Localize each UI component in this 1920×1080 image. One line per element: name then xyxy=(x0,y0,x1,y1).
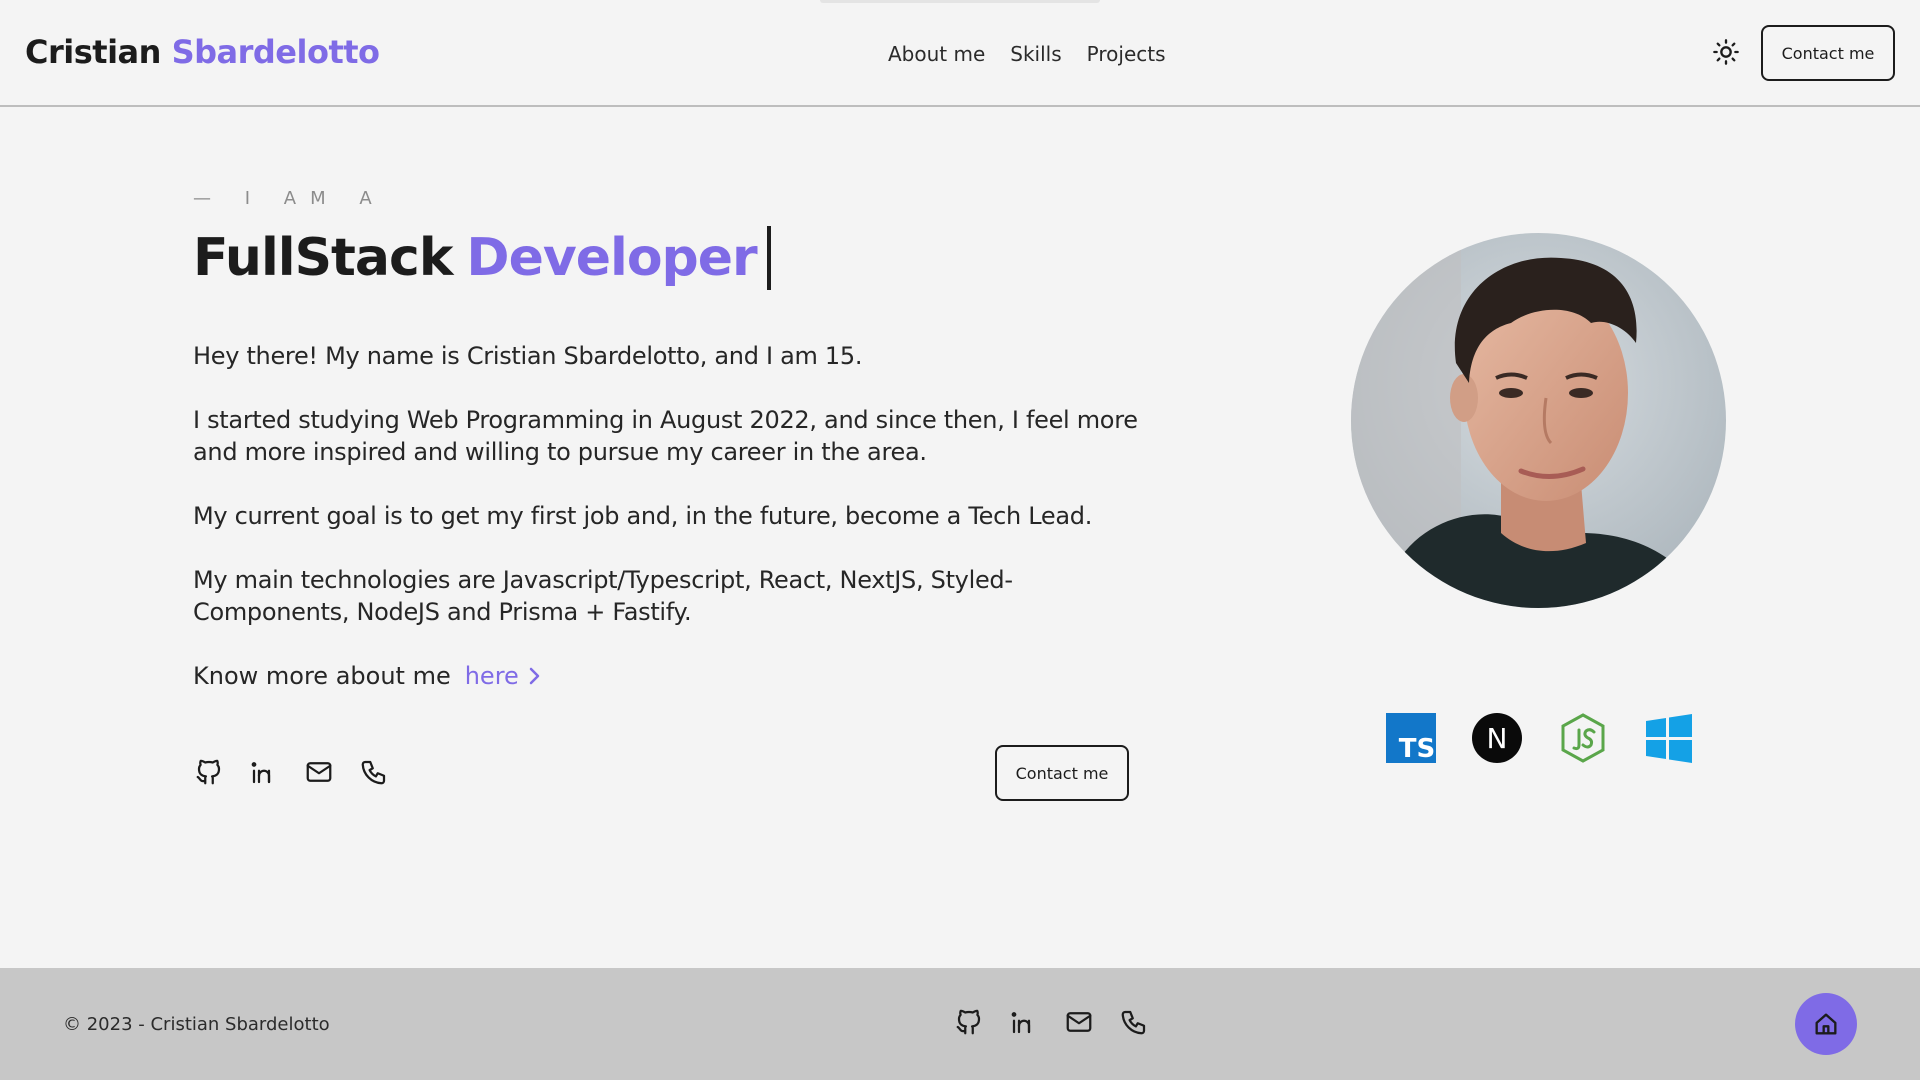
github-icon[interactable] xyxy=(193,756,225,788)
bio-paragraph: Hey there! My name is Cristian Sbardelot… xyxy=(193,342,863,370)
know-more: Know more about me here xyxy=(193,662,541,690)
nav-item-about[interactable]: About me xyxy=(888,42,985,66)
hero-title-main: FullStack xyxy=(193,228,453,288)
linkedin-icon[interactable] xyxy=(248,756,280,788)
header-indicator xyxy=(820,0,1100,3)
nextjs-icon-text: N xyxy=(1487,722,1508,755)
bio-paragraph: My main technologies are Javascript/Type… xyxy=(193,566,1013,626)
nextjs-icon: N xyxy=(1471,712,1523,764)
typescript-icon: TS xyxy=(1385,712,1437,764)
profile-photo xyxy=(1351,233,1726,608)
bio-paragraph: I started studying Web Programming in Au… xyxy=(193,406,1138,466)
home-icon xyxy=(1815,1013,1837,1035)
brand-first-name: Cristian xyxy=(25,33,161,71)
know-more-link-label: here xyxy=(464,662,519,690)
copyright-text: © 2023 - Cristian Sbardelotto xyxy=(63,1014,330,1035)
main-nav: About me Skills Projects xyxy=(888,42,1166,66)
bio-paragraph: My current goal is to get my first job a… xyxy=(193,502,1093,530)
phone-icon[interactable] xyxy=(358,756,390,788)
linkedin-icon[interactable] xyxy=(1008,1006,1040,1038)
nav-item-skills[interactable]: Skills xyxy=(1010,42,1061,66)
scroll-home-button[interactable] xyxy=(1795,993,1857,1055)
typescript-icon-text: TS xyxy=(1399,734,1435,763)
typing-caret xyxy=(766,226,771,290)
windows-icon xyxy=(1643,712,1695,764)
hero-title: FullStack Developer xyxy=(193,226,771,290)
nodejs-icon xyxy=(1557,712,1609,764)
hero-eyebrow: — I AM A xyxy=(193,188,386,209)
tech-stack-icons: TS N xyxy=(1385,712,1695,764)
footer-social-links xyxy=(953,1006,1150,1038)
nav-item-projects[interactable]: Projects xyxy=(1087,42,1166,66)
sun-icon xyxy=(1713,39,1739,65)
header-contact-button[interactable]: Contact me xyxy=(1761,25,1895,81)
brand-last-name: Sbardelotto xyxy=(171,33,380,71)
chevron-right-icon xyxy=(529,667,540,685)
hero-social-links xyxy=(193,756,390,788)
mail-icon[interactable] xyxy=(1063,1006,1095,1038)
site-header: Cristian Sbardelotto About me Skills Pro… xyxy=(0,0,1920,107)
theme-toggle-button[interactable] xyxy=(1711,37,1741,67)
hero-title-accent: Developer xyxy=(466,228,757,288)
bio-section: Hey there! My name is Cristian Sbardelot… xyxy=(193,340,1153,660)
brand-logo[interactable]: Cristian Sbardelotto xyxy=(25,33,380,71)
know-more-text: Know more about me xyxy=(193,662,451,690)
mail-icon[interactable] xyxy=(303,756,335,788)
github-icon[interactable] xyxy=(953,1006,985,1038)
hero-contact-button[interactable]: Contact me xyxy=(995,745,1129,801)
phone-icon[interactable] xyxy=(1118,1006,1150,1038)
profile-photo-illustration xyxy=(1351,233,1726,608)
know-more-link[interactable]: here xyxy=(465,662,541,690)
site-footer: © 2023 - Cristian Sbardelotto xyxy=(0,968,1920,1080)
